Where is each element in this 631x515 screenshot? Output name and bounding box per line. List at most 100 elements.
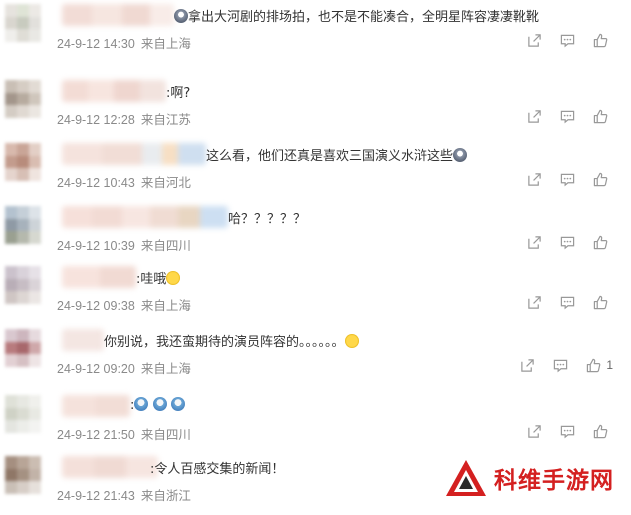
comment-meta: 24-9-12 09:38 来自上海 <box>57 295 191 314</box>
share-button[interactable] <box>511 356 544 374</box>
like-icon <box>593 109 608 123</box>
crying-face-emoji-icon <box>174 9 188 23</box>
comment-date: 24-9-12 21:43 <box>57 489 135 503</box>
username[interactable] <box>62 456 158 478</box>
share-button[interactable] <box>518 31 551 49</box>
comment-icon <box>560 110 575 123</box>
comment-actions <box>518 233 617 251</box>
comment-button[interactable] <box>544 356 577 374</box>
laughing-face-emoji-icon <box>344 334 359 348</box>
share-icon <box>521 358 535 372</box>
comment-item: 哈？？？？？ 24-9-12 10:39 来自四川 <box>0 202 631 265</box>
share-button[interactable] <box>518 170 551 188</box>
comment-actions <box>518 31 617 49</box>
comment-location: 来自四川 <box>140 428 191 442</box>
username[interactable] <box>62 329 104 351</box>
like-icon <box>593 295 608 309</box>
avatar[interactable] <box>5 143 41 181</box>
comment-icon <box>560 296 575 309</box>
like-count: 1 <box>606 358 613 372</box>
comment-location: 来自河北 <box>140 176 191 190</box>
comment-date: 24-9-12 09:38 <box>57 299 135 313</box>
sweat-face-emoji-icon <box>170 397 185 411</box>
avatar[interactable] <box>5 266 41 304</box>
comment-icon <box>560 173 575 186</box>
share-button[interactable] <box>518 422 551 440</box>
comment-location: 来自四川 <box>140 239 191 253</box>
share-icon <box>528 295 541 309</box>
comment-button[interactable] <box>551 293 584 311</box>
comment-icon <box>560 425 575 438</box>
share-icon <box>528 424 541 438</box>
comment-meta: 24-9-12 12:28 来自江苏 <box>57 109 191 128</box>
like-button[interactable] <box>584 293 617 311</box>
comment-location: 来自江苏 <box>140 113 191 127</box>
username[interactable] <box>62 4 174 26</box>
avatar[interactable] <box>5 329 41 367</box>
like-button[interactable] <box>584 107 617 125</box>
comment-button[interactable] <box>551 233 584 251</box>
comment-item: 这么看，他们还真是喜欢三国演义水浒这些 24-9-12 10:43 来自河北 <box>0 139 631 202</box>
username[interactable] <box>62 143 206 165</box>
site-watermark: 科维手游网 <box>444 458 614 498</box>
comment-icon <box>554 359 568 372</box>
avatar[interactable] <box>5 4 41 42</box>
like-button[interactable] <box>584 170 617 188</box>
share-icon <box>528 172 541 186</box>
surprised-face-emoji-icon <box>166 271 181 285</box>
comment-item: :哇哦 24-9-12 09:38 来自上海 <box>0 262 631 325</box>
comment-meta: 24-9-12 10:43 来自河北 <box>57 172 191 191</box>
like-icon <box>593 172 608 186</box>
comment-button[interactable] <box>551 422 584 440</box>
like-icon <box>593 235 608 249</box>
comment-text: :令人百感交集的新闻！ <box>150 462 285 477</box>
crying-face-emoji-icon <box>453 148 468 162</box>
comment-date: 24-9-12 14:30 <box>57 37 135 51</box>
share-button[interactable] <box>518 293 551 311</box>
like-icon <box>587 358 601 372</box>
share-icon <box>528 33 541 47</box>
comment-location: 来自上海 <box>140 299 191 313</box>
comment-item: 你别说，我还蛮期待的演员阵容的。。。。。。 24-9-12 09:20 来自上海 … <box>0 325 631 388</box>
username[interactable] <box>62 206 228 228</box>
like-button[interactable] <box>584 31 617 49</box>
avatar[interactable] <box>5 80 41 118</box>
comment-date: 24-9-12 09:20 <box>57 362 135 376</box>
like-icon <box>593 424 608 438</box>
like-button[interactable] <box>584 233 617 251</box>
comment-meta: 24-9-12 14:30 来自上海 <box>57 33 191 52</box>
comment-button[interactable] <box>551 31 584 49</box>
username[interactable] <box>62 266 136 288</box>
watermark-text: 科维手游网 <box>494 468 614 494</box>
username[interactable] <box>62 395 130 417</box>
comment-item: 拿出大河剧的排场拍，也不是不能凑合，全明星阵容凄凄靴靴 24-9-12 14:3… <box>0 0 631 63</box>
comment-meta: 24-9-12 09:20 来自上海 <box>57 358 191 377</box>
comment-button[interactable] <box>551 107 584 125</box>
comment-date: 24-9-12 10:43 <box>57 176 135 190</box>
comment-meta: 24-9-12 10:39 来自四川 <box>57 235 191 254</box>
username[interactable] <box>62 80 166 102</box>
like-button[interactable] <box>584 422 617 440</box>
comment-item: :啊? 24-9-12 12:28 来自江苏 <box>0 76 631 139</box>
comment-actions: 1 <box>511 356 617 374</box>
comment-text: 拿出大河剧的排场拍，也不是不能凑合，全明星阵容凄凄靴靴 <box>188 10 540 25</box>
avatar[interactable] <box>5 206 41 244</box>
comment-text: 哈？？？？？ <box>228 212 307 227</box>
comment-text: :啊? <box>166 86 191 101</box>
share-button[interactable] <box>518 107 551 125</box>
site-logo-icon <box>446 460 486 496</box>
avatar[interactable] <box>5 456 41 506</box>
comment-text: 你别说，我还蛮期待的演员阵容的。。。。。。 <box>104 335 345 350</box>
comment-icon <box>560 236 575 249</box>
sweat-face-emoji-icon <box>134 397 149 411</box>
comment-button[interactable] <box>551 170 584 188</box>
avatar[interactable] <box>5 395 41 433</box>
comment-icon <box>560 34 575 47</box>
comment-date: 24-9-12 10:39 <box>57 239 135 253</box>
comment-text: :哇哦 <box>136 272 167 287</box>
share-button[interactable] <box>518 233 551 251</box>
comment-location: 来自浙江 <box>140 489 191 503</box>
share-icon <box>528 109 541 123</box>
comment-meta: 24-9-12 21:50 来自四川 <box>57 424 191 443</box>
comment-meta: 24-9-12 21:43 来自浙江 <box>57 485 191 504</box>
